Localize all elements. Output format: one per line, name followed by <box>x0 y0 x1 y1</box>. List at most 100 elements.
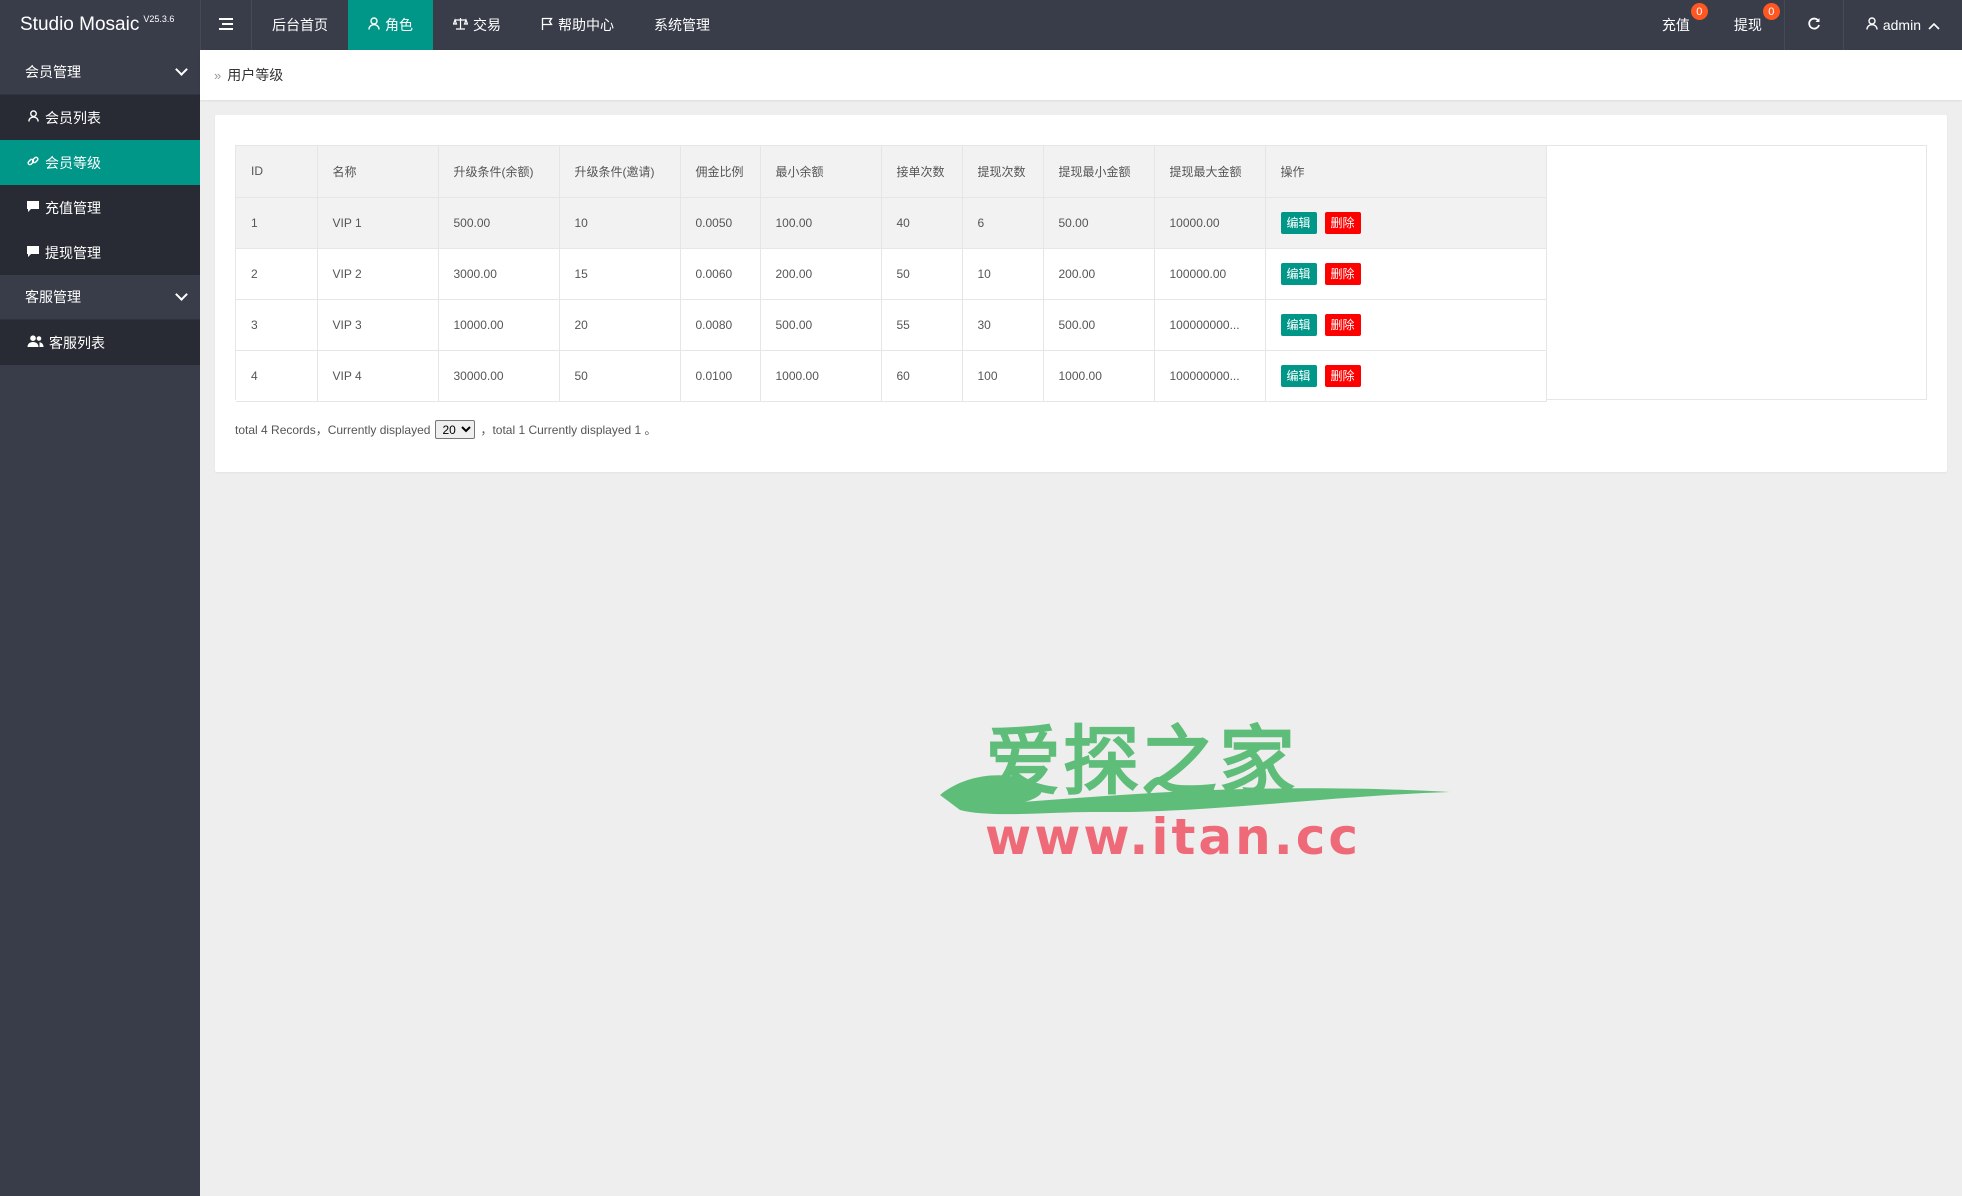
column-header[interactable]: 名称 <box>317 146 439 198</box>
column-header[interactable]: 提现最大金额 <box>1154 146 1266 198</box>
watermark: 爱探之家 www.itan.cc <box>930 700 1460 870</box>
users-icon <box>25 335 45 350</box>
link-icon <box>25 155 41 170</box>
sidebar-item-member-level[interactable]: 会员等级 <box>0 140 200 185</box>
column-header[interactable]: 升级条件(邀请) <box>559 146 681 198</box>
cell-actions: 编辑 删除 <box>1265 248 1547 300</box>
sidebar-item-label: 会员等级 <box>45 154 101 171</box>
chevron-up-icon <box>1928 17 1940 33</box>
cell-commission-rate: 0.0060 <box>680 248 761 300</box>
table-row[interactable]: 4 VIP 4 30000.00 50 0.0100 1000.00 60 10… <box>236 350 1547 402</box>
cell-upgrade-invite: 15 <box>559 248 681 300</box>
nav-help-center[interactable]: 帮助中心 <box>521 0 634 50</box>
column-header[interactable]: 升级条件(余额) <box>438 146 560 198</box>
recharge-link[interactable]: 充值 0 <box>1640 0 1712 50</box>
cell-commission-rate: 0.0050 <box>680 197 761 249</box>
page-size-select[interactable]: 20 <box>435 420 476 439</box>
cell-name: VIP 2 <box>317 248 439 300</box>
table-header-row: ID 名称 升级条件(余额) 升级条件(邀请) 佣金比例 最小余额 接单次数 提… <box>236 146 1547 198</box>
delete-button[interactable]: 删除 <box>1324 211 1361 234</box>
cell-withdraw-count: 100 <box>962 350 1044 402</box>
cell-order-count: 60 <box>881 350 963 402</box>
nav-system-label: 系统管理 <box>654 17 710 33</box>
column-header[interactable]: 操作 <box>1265 146 1547 198</box>
cell-min-balance: 200.00 <box>760 248 882 300</box>
nav-help-center-label: 帮助中心 <box>558 17 614 33</box>
nav-dashboard-label: 后台首页 <box>272 17 328 33</box>
delete-button[interactable]: 删除 <box>1324 262 1361 285</box>
cell-order-count: 55 <box>881 299 963 351</box>
cell-actions: 编辑 删除 <box>1265 299 1547 351</box>
column-header[interactable]: 提现次数 <box>962 146 1044 198</box>
cell-withdraw-max: 10000.00 <box>1154 197 1266 249</box>
nav-roles[interactable]: 角色 <box>348 0 433 50</box>
column-header[interactable]: 佣金比例 <box>680 146 761 198</box>
cell-upgrade-balance: 500.00 <box>438 197 560 249</box>
delete-button[interactable]: 删除 <box>1324 313 1361 336</box>
sidebar-item-withdraw[interactable]: 提现管理 <box>0 230 200 275</box>
cell-upgrade-balance: 10000.00 <box>438 299 560 351</box>
cell-upgrade-balance: 30000.00 <box>438 350 560 402</box>
cell-actions: 编辑 删除 <box>1265 197 1547 249</box>
cell-withdraw-min: 50.00 <box>1043 197 1155 249</box>
cell-name: VIP 3 <box>317 299 439 351</box>
sidebar-toggle-button[interactable] <box>200 0 252 50</box>
user-menu[interactable]: admin <box>1842 0 1962 50</box>
level-table-container: ID 名称 升级条件(余额) 升级条件(邀请) 佣金比例 最小余额 接单次数 提… <box>235 145 1927 402</box>
withdraw-link[interactable]: 提现 0 <box>1712 0 1784 50</box>
username: admin <box>1882 17 1921 33</box>
cell-upgrade-balance: 3000.00 <box>438 248 560 300</box>
delete-button[interactable]: 删除 <box>1324 364 1361 387</box>
column-header[interactable]: ID <box>236 146 318 198</box>
sidebar-item-support-list[interactable]: 客服列表 <box>0 320 200 365</box>
sidebar-item-recharge[interactable]: 充值管理 <box>0 185 200 230</box>
nav-trade-label: 交易 <box>473 17 501 33</box>
breadcrumb: » 用户等级 <box>200 50 1962 100</box>
table-row[interactable]: 1 VIP 1 500.00 10 0.0050 100.00 40 6 50.… <box>236 197 1547 249</box>
cell-name: VIP 4 <box>317 350 439 402</box>
cell-order-count: 50 <box>881 248 963 300</box>
table-row[interactable]: 2 VIP 2 3000.00 15 0.0060 200.00 50 10 2… <box>236 248 1547 300</box>
cell-min-balance: 500.00 <box>760 299 882 351</box>
sidebar-group-label: 客服管理 <box>25 289 81 305</box>
column-header[interactable]: 接单次数 <box>881 146 963 198</box>
cell-id: 4 <box>236 350 318 402</box>
breadcrumb-current: 用户等级 <box>227 67 284 83</box>
cell-upgrade-invite: 10 <box>559 197 681 249</box>
cell-upgrade-invite: 50 <box>559 350 681 402</box>
cell-min-balance: 1000.00 <box>760 350 882 402</box>
sidebar: 会员管理 会员列表 会员等级 充值管理 提现管理 客服管理 客服列表 <box>0 50 200 1196</box>
table-row[interactable]: 3 VIP 3 10000.00 20 0.0080 500.00 55 30 … <box>236 299 1547 351</box>
cell-withdraw-count: 10 <box>962 248 1044 300</box>
nav-trade[interactable]: 交易 <box>433 0 521 50</box>
app-logo[interactable]: Studio Mosaic V25.3.6 <box>0 0 200 50</box>
watermark-cn: 爱探之家 <box>985 717 1297 806</box>
withdraw-label: 提现 <box>1733 17 1762 33</box>
sidebar-group-members[interactable]: 会员管理 <box>0 50 200 95</box>
column-header[interactable]: 提现最小金额 <box>1043 146 1155 198</box>
message-icon <box>25 200 41 215</box>
message-icon <box>25 245 41 260</box>
user-icon <box>368 17 380 33</box>
cell-withdraw-min: 1000.00 <box>1043 350 1155 402</box>
watermark-url: www.itan.cc <box>985 808 1362 866</box>
user-icon <box>25 110 41 125</box>
nav-roles-label: 角色 <box>385 17 413 33</box>
sidebar-group-support[interactable]: 客服管理 <box>0 275 200 320</box>
sidebar-item-member-list[interactable]: 会员列表 <box>0 95 200 140</box>
edit-button[interactable]: 编辑 <box>1280 364 1317 387</box>
edit-button[interactable]: 编辑 <box>1280 211 1317 234</box>
cell-withdraw-count: 6 <box>962 197 1044 249</box>
nav-system[interactable]: 系统管理 <box>634 0 730 50</box>
edit-button[interactable]: 编辑 <box>1280 313 1317 336</box>
edit-button[interactable]: 编辑 <box>1280 262 1317 285</box>
cell-id: 2 <box>236 248 318 300</box>
content-card: ID 名称 升级条件(余额) 升级条件(邀请) 佣金比例 最小余额 接单次数 提… <box>215 115 1947 472</box>
recharge-badge: 0 <box>1690 3 1708 20</box>
refresh-button[interactable] <box>1783 0 1843 50</box>
cell-upgrade-invite: 20 <box>559 299 681 351</box>
nav-dashboard[interactable]: 后台首页 <box>252 0 348 50</box>
column-header[interactable]: 最小余额 <box>760 146 882 198</box>
recharge-label: 充值 <box>1661 17 1690 33</box>
cell-withdraw-min: 200.00 <box>1043 248 1155 300</box>
